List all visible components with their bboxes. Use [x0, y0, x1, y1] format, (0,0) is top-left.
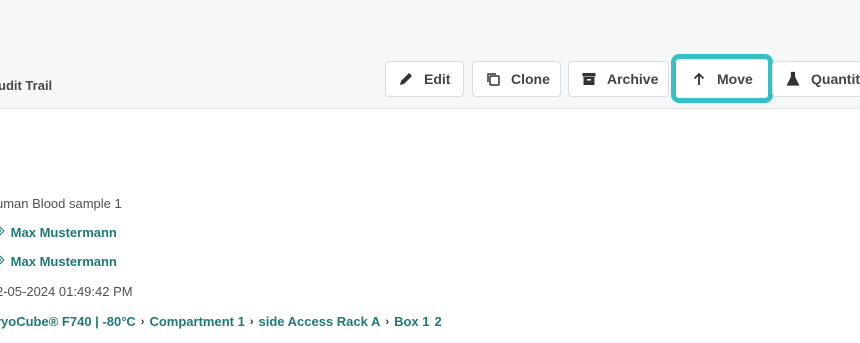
owner-name: Max Mustermann — [10, 225, 117, 240]
copy-icon — [487, 73, 500, 86]
clone-button[interactable]: Clone — [472, 61, 561, 97]
flask-icon — [786, 71, 800, 86]
pencil-icon — [400, 73, 412, 85]
page-header: udit Trail Edit Clone Archive Move Quant… — [0, 0, 860, 109]
archive-button[interactable]: Archive — [568, 61, 669, 97]
chevron-right-icon: › — [249, 315, 254, 328]
quantity-button[interactable]: Quantit — [772, 61, 860, 97]
chevron-right-icon: › — [140, 315, 145, 328]
breadcrumb-rack[interactable]: side Access Rack A — [259, 314, 381, 329]
archive-box-icon — [582, 73, 596, 85]
breadcrumb-compartment[interactable]: Compartment 1 — [149, 314, 244, 329]
created-date: 2-05-2024 01:49:42 PM — [0, 284, 133, 299]
user-icon: ⟐ — [0, 226, 5, 238]
edit-button-label: Edit — [424, 71, 451, 87]
owner-link[interactable]: ⟐ Max Mustermann — [0, 225, 117, 240]
move-button-label: Move — [717, 70, 753, 87]
creator-link[interactable]: ⟐ Max Mustermann — [0, 254, 117, 269]
breadcrumb-box[interactable]: Box 1 — [394, 314, 429, 329]
breadcrumb-freezer[interactable]: ryoCube® F740 | -80°C — [0, 314, 136, 329]
sample-name: uman Blood sample 1 — [0, 196, 122, 211]
breadcrumb-position[interactable]: 2 — [434, 314, 441, 329]
edit-button[interactable]: Edit — [385, 61, 464, 97]
user-icon: ⟐ — [0, 255, 5, 267]
arrow-up-icon — [693, 72, 705, 85]
move-button[interactable]: Move — [671, 54, 773, 103]
clone-button-label: Clone — [511, 71, 550, 87]
creator-name: Max Mustermann — [10, 254, 117, 269]
chevron-right-icon: › — [385, 315, 390, 328]
tab-audit-trail[interactable]: udit Trail — [0, 78, 52, 93]
location-breadcrumb: ryoCube® F740 | -80°C › Compartment 1 › … — [0, 314, 442, 329]
quantity-button-label: Quantit — [811, 71, 860, 87]
archive-button-label: Archive — [607, 71, 659, 87]
